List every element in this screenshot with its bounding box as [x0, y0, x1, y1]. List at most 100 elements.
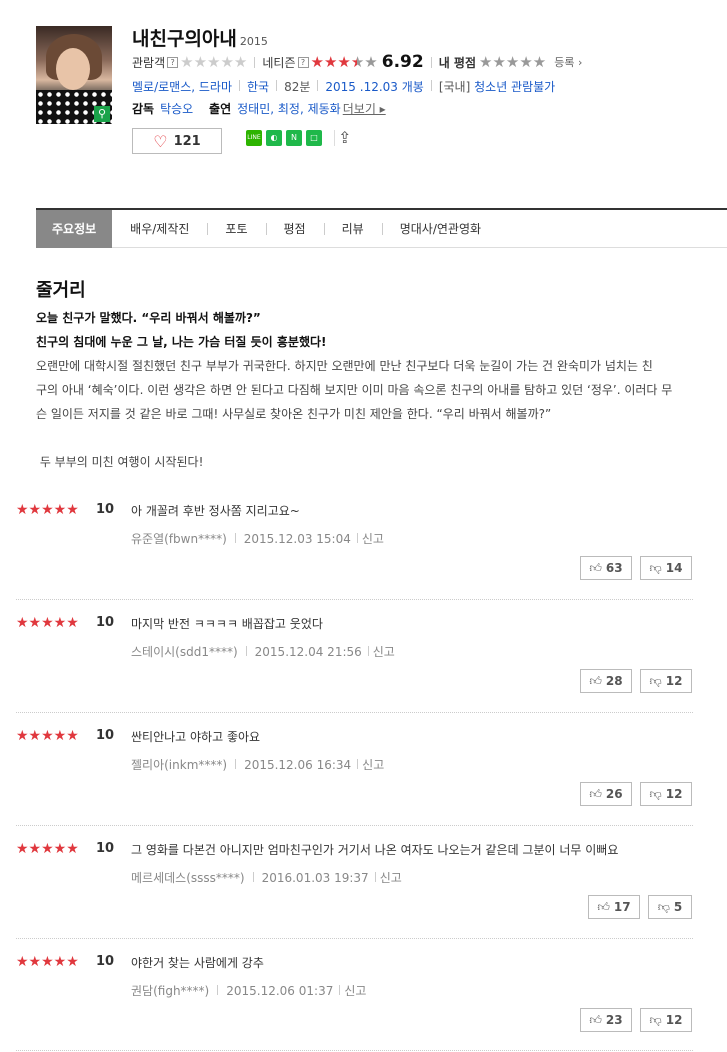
netizen-stars: ★★★★★: [310, 53, 378, 71]
upvote-button[interactable]: 👍︎ 26: [580, 782, 632, 806]
cast-link[interactable]: 정태민, 최정, 제동화: [237, 102, 341, 116]
line-icon[interactable]: LINE: [246, 130, 262, 146]
review-meta: 젤리아(inkm****) 2015.12.06 16:34 신고: [131, 756, 384, 773]
review-score: 10: [96, 954, 115, 969]
genre-link[interactable]: 멜로/로맨스, 드라마: [132, 80, 232, 94]
divider: [317, 80, 319, 91]
review-divider: [16, 1050, 693, 1051]
help-icon[interactable]: ?: [297, 56, 309, 68]
divider: [254, 56, 256, 68]
review-meta: 메르세데스(ssss****) 2016.01.03 19:37 신고: [131, 869, 402, 886]
review-user[interactable]: 젤리아(inkm****): [131, 758, 227, 772]
thumbs-up-icon: 👍︎: [589, 673, 602, 688]
review-divider: [16, 825, 693, 826]
upvote-button[interactable]: 👍︎ 17: [588, 895, 640, 919]
like-button[interactable]: ♡ 121: [132, 128, 222, 154]
review-score: 10: [96, 728, 115, 743]
downvote-button[interactable]: 👎︎ 12: [640, 1008, 692, 1032]
review-date: 2015.12.03 15:04: [243, 532, 351, 546]
release-date-link[interactable]: 2015 .12.03 개봉: [325, 80, 423, 94]
review-text: 야한거 찾는 사람에게 강추: [131, 956, 264, 970]
help-icon[interactable]: ?: [167, 56, 179, 68]
upvote-count: 26: [605, 787, 623, 801]
tab-bar: 주요정보 배우/제작진 포토 평점 리뷰 명대사/연관영화: [36, 208, 727, 248]
review-user[interactable]: 권담(figh****): [131, 984, 209, 998]
band-icon[interactable]: ◐: [266, 130, 282, 146]
upvote-button[interactable]: 👍︎ 23: [580, 1008, 632, 1032]
thumbs-down-icon: 👎︎: [649, 1012, 662, 1027]
review-user[interactable]: 유준열(fbwn****): [131, 532, 227, 546]
upvote-button[interactable]: 👍︎ 63: [580, 556, 632, 580]
movie-title: 내친구의아내 2015: [132, 24, 268, 51]
downvote-button[interactable]: 👎︎ 14: [640, 556, 692, 580]
report-link[interactable]: 신고: [362, 758, 384, 772]
downvote-count: 14: [665, 561, 683, 575]
tab-cast-crew[interactable]: 배우/제작진: [112, 210, 207, 248]
naver-icon[interactable]: N: [286, 130, 302, 146]
review-divider: [16, 938, 693, 939]
upvote-button[interactable]: 👍︎ 28: [580, 669, 632, 693]
runtime: 82분: [284, 80, 311, 94]
audience-stars: ★★★★★: [180, 53, 248, 71]
divider: [430, 56, 432, 68]
netizen-score: 6.92: [381, 52, 424, 72]
downvote-button[interactable]: 👎︎ 12: [640, 669, 692, 693]
director-link[interactable]: 탁승오: [160, 102, 193, 116]
thumbs-down-icon: 👎︎: [649, 560, 662, 575]
review-text: 마지막 반전 ㅋㅋㅋㅋ 배꼽잡고 웃었다: [131, 617, 323, 631]
divider: [276, 80, 278, 91]
tab-quotes-related[interactable]: 명대사/연관영화: [381, 210, 499, 248]
review-text: 싼티안나고 야하고 좋아요: [131, 730, 261, 744]
plot-heading: 줄거리: [36, 280, 86, 301]
more-cast-link[interactable]: 더보기 ▸: [343, 102, 386, 116]
audience-label: 관람객: [132, 55, 166, 70]
share-icon[interactable]: ⇪: [338, 128, 351, 147]
review-date: 2016.01.03 19:37: [261, 871, 369, 885]
zoom-icon[interactable]: ⚲: [94, 106, 110, 122]
thumbs-up-icon: 👍︎: [597, 899, 610, 914]
thumbs-down-icon: 👎︎: [657, 899, 670, 914]
review-date: 2015.12.06 16:34: [244, 758, 352, 772]
downvote-button[interactable]: 👎︎ 12: [640, 782, 692, 806]
upvote-count: 17: [613, 900, 631, 914]
my-rating-label: 내 평점: [438, 55, 477, 70]
cast-label: 출연: [209, 102, 232, 116]
tab-photo[interactable]: 포토: [207, 210, 265, 248]
register-link[interactable]: 등록 ›: [554, 54, 582, 70]
tab-ratings[interactable]: 평점: [265, 210, 324, 248]
tab-reviews[interactable]: 리뷰: [323, 210, 382, 248]
my-rating-stars[interactable]: ★★★★★: [479, 53, 546, 71]
netizen-label: 네티즌: [262, 55, 296, 70]
thumbs-down-icon: 👎︎: [649, 673, 662, 688]
blog-icon[interactable]: □: [306, 130, 322, 146]
director-label: 감독: [132, 102, 155, 116]
review-score: 10: [96, 841, 115, 856]
movie-poster[interactable]: ⚲: [36, 26, 112, 124]
review-stars: ★★★★★: [16, 615, 79, 631]
sns-share-group: LINE ◐ N □: [246, 130, 322, 146]
report-link[interactable]: 신고: [362, 532, 384, 546]
review-stars: ★★★★★: [16, 954, 79, 970]
review-divider: [16, 712, 693, 713]
review-meta: 스테이시(sdd1****) 2015.12.04 21:56 신고: [131, 643, 395, 660]
review-user[interactable]: 스테이시(sdd1****): [131, 645, 238, 659]
plot-tagline-1: 오늘 친구가 말했다. “우리 바꿔서 해볼까?”: [36, 311, 261, 325]
movie-info: 멜로/로맨스, 드라마 한국 82분 2015 .12.03 개봉 [국내] 청소년 관…: [132, 78, 555, 95]
country-link[interactable]: 한국: [247, 80, 269, 94]
downvote-button[interactable]: 👎︎ 5: [648, 895, 692, 919]
review-user[interactable]: 메르세데스(ssss****): [131, 871, 245, 885]
like-count: 121: [173, 133, 201, 149]
report-link[interactable]: 신고: [380, 871, 402, 885]
review-divider: [16, 599, 693, 600]
report-link[interactable]: 신고: [344, 984, 366, 998]
tab-main-info[interactable]: 주요정보: [36, 209, 113, 248]
title-text: 내친구의아내: [132, 28, 237, 50]
review-stars: ★★★★★: [16, 841, 79, 857]
age-rating-link[interactable]: 청소년 관람불가: [474, 80, 555, 94]
plot-body-line: 오랜만에 대학시절 절친했던 친구 부부가 귀국한다. 하지만 오랜만에 만난 …: [36, 359, 653, 373]
review-text: 아 개꼴려 후반 정사쫌 지리고요~: [131, 504, 300, 518]
poster-face: [56, 48, 90, 90]
upvote-count: 28: [605, 674, 623, 688]
plot-tagline-2: 친구의 침대에 누운 그 날, 나는 가슴 터질 듯이 흥분했다!: [36, 335, 327, 349]
report-link[interactable]: 신고: [373, 645, 395, 659]
